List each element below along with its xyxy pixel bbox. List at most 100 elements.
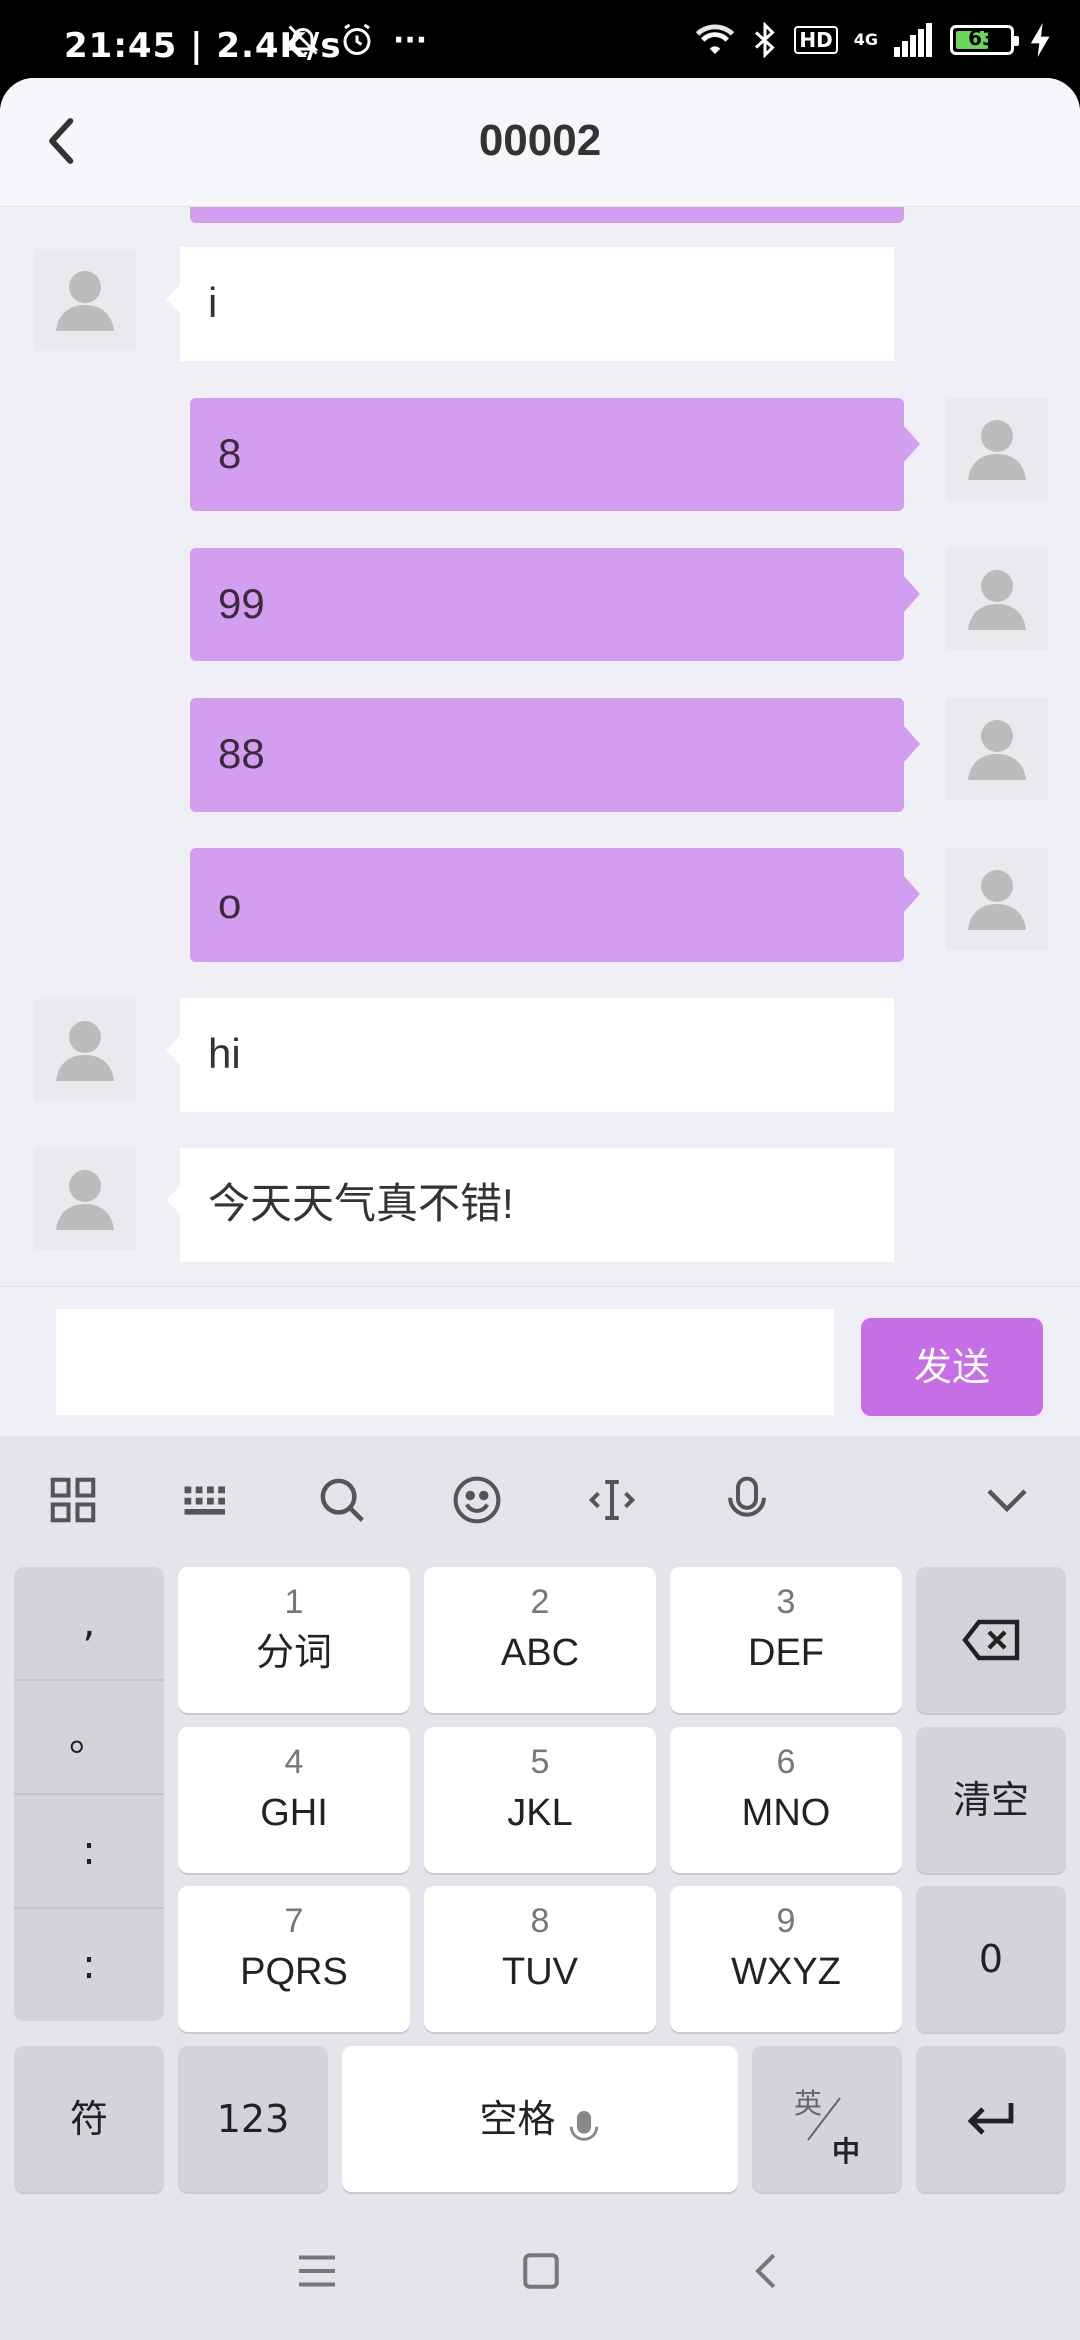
avatar-outgoing[interactable]	[946, 698, 1048, 800]
key-number: 3	[776, 1583, 796, 1621]
backspace-icon	[962, 1619, 1020, 1661]
key-3[interactable]: 3 DEF	[670, 1567, 902, 1713]
menu-nav-button[interactable]	[290, 2244, 344, 2298]
clear-label: 清空	[952, 1778, 1029, 1822]
message-text: 今天天气真不错!	[208, 1180, 514, 1227]
voice-input-button[interactable]	[720, 1473, 774, 1527]
symbols-button[interactable]: 符	[14, 2046, 164, 2192]
keyboard-layout-button[interactable]	[180, 1473, 234, 1527]
key-8[interactable]: 8 TUV	[424, 1886, 656, 2032]
punct-key-period[interactable]: 。	[14, 1681, 164, 1795]
punct-key-colon[interactable]: :	[14, 1795, 164, 1909]
alarm-icon	[343, 23, 371, 55]
system-navigation-bar	[0, 2206, 1080, 2340]
message-bubble-incoming[interactable]: i	[166, 247, 894, 361]
message-bubble-incoming[interactable]: hi	[166, 998, 894, 1112]
chat-header: 00002	[0, 78, 1080, 207]
key-2[interactable]: 2 ABC	[424, 1567, 656, 1713]
key-number: 4	[284, 1743, 304, 1781]
composer: 发送	[0, 1286, 1080, 1421]
emoji-button[interactable]	[450, 1473, 504, 1527]
key-label: GHI	[260, 1792, 328, 1834]
search-button[interactable]	[315, 1473, 369, 1527]
key-4[interactable]: 4 GHI	[178, 1727, 410, 1873]
message-bubble-outgoing[interactable]: o	[190, 848, 920, 962]
space-bar[interactable]: 空格	[342, 2046, 738, 2192]
avatar-outgoing[interactable]	[946, 848, 1048, 950]
clear-button[interactable]: 清空	[916, 1727, 1066, 1873]
avatar-incoming[interactable]	[34, 1148, 136, 1250]
language-switch-button[interactable]: 英 中	[752, 2046, 902, 2192]
message-list[interactable]: i 8 99 88 o hi 今天天气真不错!	[0, 207, 1080, 1279]
message-bubble-outgoing[interactable]: 99	[190, 548, 920, 661]
key-label: DEF	[748, 1632, 824, 1674]
microphone-icon	[569, 2110, 598, 2141]
keyboard-icon	[184, 1486, 225, 1515]
key-number: 8	[530, 1902, 550, 1940]
bluetooth-icon	[755, 22, 776, 58]
key-label: TUV	[502, 1951, 578, 1993]
message-bubble-incoming[interactable]: 今天天气真不错!	[166, 1148, 894, 1262]
symbols-label: 符	[69, 2097, 108, 2141]
key-label: JKL	[507, 1792, 573, 1834]
message-text: 88	[218, 730, 265, 777]
hd-badge: HD	[794, 26, 838, 54]
lang-zh-label: 中	[832, 2135, 861, 2168]
more-status-icon: ···	[393, 22, 428, 58]
message-text: i	[208, 279, 218, 326]
person-icon	[56, 1170, 114, 1230]
key-number: 1	[284, 1583, 304, 1621]
backspace-button[interactable]	[916, 1567, 1066, 1713]
numeric-button[interactable]: 123	[178, 2046, 328, 2192]
apps-grid-button[interactable]	[46, 1473, 100, 1527]
key-6[interactable]: 6 MNO	[670, 1727, 902, 1873]
avatar-outgoing[interactable]	[946, 548, 1048, 650]
key-label: 0	[978, 1937, 1004, 1981]
grid-icon	[50, 1477, 96, 1523]
back-nav-button[interactable]	[740, 2244, 794, 2298]
message-input[interactable]	[56, 1309, 834, 1415]
message-text: o	[218, 880, 242, 927]
key-number: 7	[284, 1902, 304, 1940]
key-label: MNO	[741, 1792, 831, 1834]
message-text: hi	[208, 1030, 241, 1077]
key-9[interactable]: 9 WXYZ	[670, 1886, 902, 2032]
avatar-incoming[interactable]	[34, 249, 136, 351]
punct-key-comma[interactable]: ,	[14, 1567, 164, 1681]
cursor-control-button[interactable]	[585, 1473, 639, 1527]
search-icon	[320, 1478, 364, 1522]
punct-key-colon-alt[interactable]: :	[14, 1909, 164, 2021]
enter-button[interactable]	[916, 2046, 1066, 2192]
message-bubble-outgoing[interactable]: 8	[190, 398, 920, 511]
hide-keyboard-button[interactable]	[980, 1473, 1034, 1527]
person-icon	[968, 870, 1026, 930]
space-label: 空格	[479, 2097, 556, 2141]
key-0[interactable]: 0	[916, 1886, 1066, 2032]
message-bubble-outgoing[interactable]: 88	[190, 698, 920, 812]
send-button[interactable]: 发送	[861, 1318, 1043, 1416]
emoji-icon	[453, 1476, 501, 1524]
keyboard-toolbar	[0, 1436, 1080, 1562]
avatar-outgoing[interactable]	[946, 398, 1048, 500]
key-1[interactable]: 1 分词	[178, 1567, 410, 1713]
home-square-icon	[523, 2253, 559, 2289]
message-bubble-outgoing[interactable]	[190, 207, 904, 223]
key-number: 5	[530, 1743, 550, 1781]
battery-indicator: 63	[950, 25, 1019, 55]
key-label: 分词	[255, 1632, 332, 1674]
person-icon	[56, 271, 114, 331]
home-nav-button[interactable]	[514, 2244, 568, 2298]
bell-muted-icon	[287, 25, 319, 57]
message-text: 99	[218, 580, 265, 627]
cursor-icon	[588, 1479, 636, 1521]
key-7[interactable]: 7 PQRS	[178, 1886, 410, 2032]
microphone-icon	[728, 1476, 766, 1517]
network-type: 4G	[853, 30, 878, 49]
key-5[interactable]: 5 JKL	[424, 1727, 656, 1873]
charging-icon	[1030, 23, 1050, 57]
chevron-down-icon	[987, 1489, 1027, 1513]
key-label: PQRS	[240, 1951, 348, 1993]
back-arrow-icon	[755, 2253, 776, 2289]
avatar-incoming[interactable]	[34, 999, 136, 1101]
message-text: 8	[218, 430, 242, 477]
